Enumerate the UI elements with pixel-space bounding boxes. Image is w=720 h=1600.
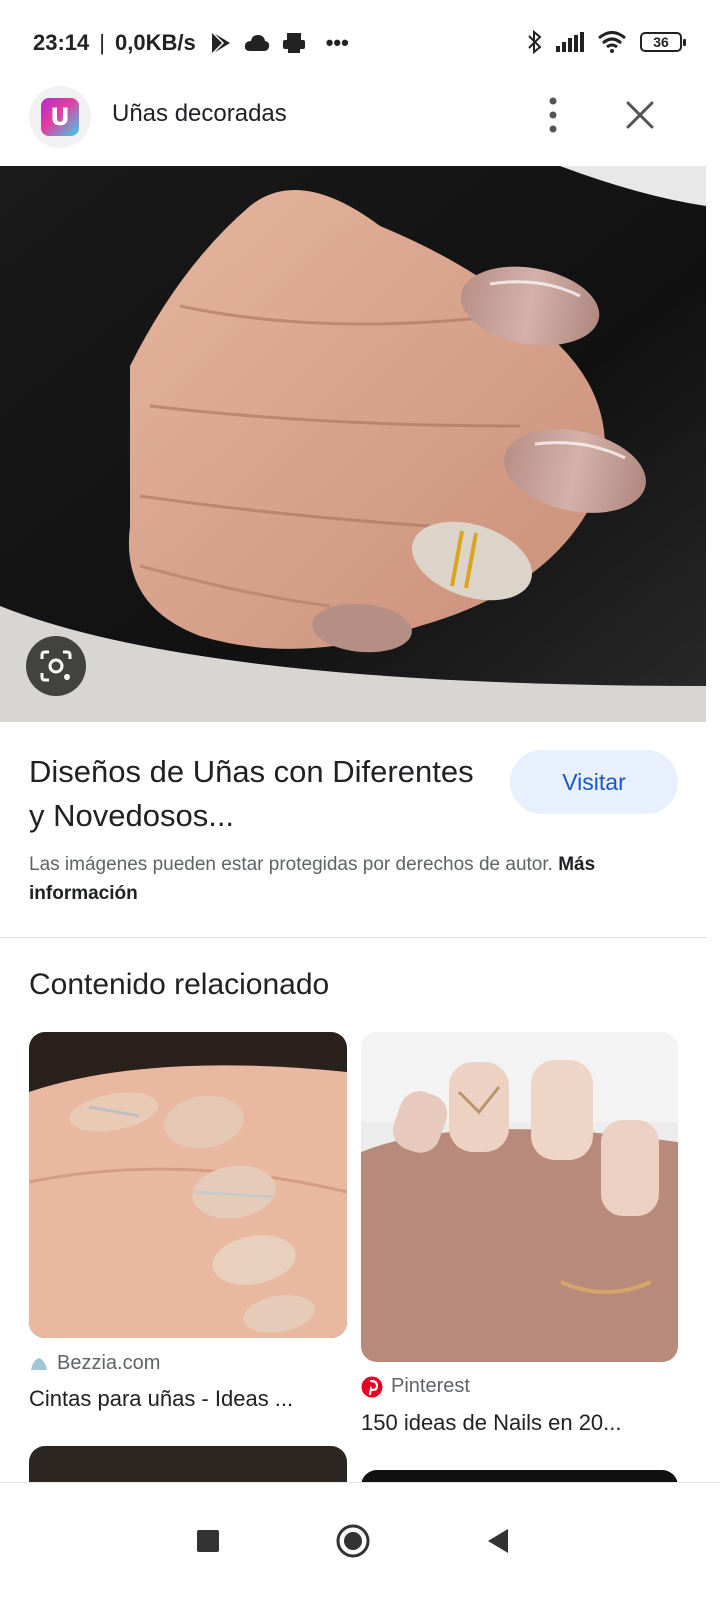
back-button[interactable] [466, 1509, 530, 1573]
related-card-source-1[interactable]: Bezzia.com [29, 1352, 160, 1375]
status-left: 23:14 | 0,0KB/s ••• [33, 30, 349, 56]
related-card-image-1-illustration [29, 1032, 347, 1338]
status-bar: 23:14 | 0,0KB/s ••• 36 [0, 0, 720, 86]
printer-icon [282, 33, 305, 53]
related-card-source-label-1: Bezzia.com [57, 1352, 161, 1374]
copyright-notice: Las imágenes pueden estar protegidas por… [29, 850, 689, 908]
system-nav-bar [0, 1482, 720, 1600]
square-icon [197, 1530, 219, 1552]
play-store-icon [211, 31, 230, 55]
more-options-button[interactable] [540, 88, 580, 140]
related-card-image-1[interactable] [29, 1032, 347, 1338]
related-card-title-1[interactable]: Cintas para uñas - Ideas ... [29, 1386, 347, 1412]
site-logo-mark: U [41, 98, 79, 136]
status-time: 23:14 [33, 30, 90, 55]
battery-icon: 36 [640, 32, 686, 52]
related-card-title-2[interactable]: 150 ideas de Nails en 20... [361, 1410, 661, 1436]
home-circle-icon [336, 1524, 370, 1558]
bluetooth-icon [528, 30, 542, 54]
pinterest-icon [361, 1376, 383, 1397]
site-logo-letter: U [50, 103, 70, 131]
lens-search-button[interactable] [26, 636, 86, 696]
bezzia-favicon-icon [31, 1357, 47, 1370]
page-title[interactable]: Uñas decoradas [112, 100, 287, 128]
recents-button[interactable] [176, 1509, 240, 1573]
status-right: 36 [528, 30, 686, 54]
cloud-icon [244, 35, 269, 51]
main-image[interactable] [0, 166, 706, 722]
related-card-image-2[interactable] [361, 1032, 678, 1362]
close-button[interactable] [618, 88, 670, 140]
more-vertical-icon [549, 97, 557, 133]
battery-level: 36 [653, 34, 669, 50]
lens-icon [40, 650, 72, 682]
visit-button[interactable]: Visitar [510, 750, 678, 814]
signal-icon [556, 32, 584, 52]
copyright-text: Las imágenes pueden estar protegidas por… [29, 854, 553, 875]
home-button[interactable] [321, 1509, 385, 1573]
main-image-illustration [0, 166, 706, 722]
related-section-title: Contenido relacionado [29, 968, 330, 1001]
section-divider [0, 937, 706, 938]
result-title[interactable]: Diseños de Uñas con Diferentes y Novedos… [29, 750, 489, 838]
back-triangle-icon [488, 1529, 508, 1553]
status-more: ••• [325, 30, 349, 55]
related-card-source-label-2: Pinterest [391, 1375, 470, 1397]
wifi-icon [598, 31, 626, 53]
status-separator: | [99, 30, 105, 55]
close-icon [626, 101, 654, 129]
site-logo[interactable]: U [29, 86, 91, 148]
related-card-source-2[interactable]: Pinterest [361, 1375, 470, 1398]
related-card-image-3[interactable] [29, 1446, 347, 1486]
viewer-header: U Uñas decoradas [0, 86, 720, 166]
related-card-image-2-illustration [361, 1032, 678, 1362]
status-net-speed: 0,0KB/s [115, 30, 196, 55]
